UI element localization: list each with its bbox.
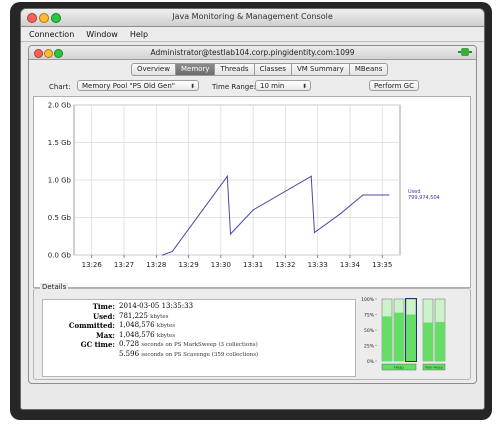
time-range-label: Time Range: [212, 83, 256, 91]
tab-threads[interactable]: Threads [214, 63, 254, 76]
x-tick-label: 13:33 [308, 261, 328, 269]
details-panel: Time: 2014-03-05 13:35:33 Used: 781,225 kb… [42, 299, 356, 377]
memory-chart-plot: 0.0 Gb 0.5 Gb 1.0 Gb 1.5 Gb 2.0 Gb 13:26 13:27… [48, 102, 440, 270]
detail-unit: kbytes [150, 313, 169, 320]
used-memory-point [229, 233, 232, 235]
y-tick-label: 0.0 Gb [48, 252, 72, 260]
details-group: Details Time: 2014-03-05 13:35:33 Used: 78… [33, 283, 471, 380]
bar-y-tick-label: 50% [364, 328, 375, 334]
detail-unit: seconds on PS Scavenge (359 collections) [141, 351, 259, 358]
window-title: Java Monitoring & Management Console [172, 12, 333, 21]
bar-y-tick-label: 100% [361, 297, 375, 303]
x-tick-label: 13:30 [211, 261, 231, 269]
detail-unit: seconds on PS MarkSweep (3 collections) [141, 342, 258, 348]
menu-help[interactable]: Help [130, 30, 148, 39]
menu-connection[interactable]: Connection [29, 30, 74, 39]
connection-frame: Administrator@testlab104.corp.pingidenti… [28, 45, 477, 384]
x-tick-label: 13:29 [178, 261, 198, 269]
tab-memory[interactable]: Memory [174, 63, 215, 76]
detail-label: Max: [95, 330, 115, 340]
memory-controls: Chart: Memory Pool "PS Old Gen" ⬍ Time R… [29, 80, 476, 94]
x-tick-label: 13:27 [114, 261, 134, 269]
x-tick-label: 13:32 [275, 261, 295, 269]
detail-unit: kbytes [156, 332, 176, 339]
bar-fill [394, 312, 404, 361]
chevron-updown-icon: ⬍ [189, 83, 195, 90]
menu-window[interactable]: Window [86, 30, 118, 39]
used-memory-point [362, 194, 364, 196]
chart-select-value: Memory Pool "PS Old Gen" [82, 82, 176, 90]
used-memory-point [313, 231, 316, 234]
detail-value: 0.728 seconds on PS MarkSweep (3 collect… [119, 340, 258, 348]
bar-group-label: Non-Heap [425, 366, 444, 370]
y-tick-label: 1.0 Gb [48, 177, 72, 185]
bar-y-tick-label: 75% [364, 313, 375, 319]
tab-overview[interactable]: Overview [131, 63, 175, 76]
detail-value: 1,048,576 kbytes [119, 321, 176, 329]
chart-label: Chart: [49, 83, 71, 91]
x-tick-label: 13:28 [146, 261, 166, 269]
chart-select[interactable]: Memory Pool "PS Old Gen" ⬍ [77, 80, 199, 91]
detail-unit: kbytes [156, 323, 176, 329]
time-range-value: 10 min [260, 82, 285, 90]
tab-classes[interactable]: Classes [253, 63, 291, 76]
bar-group-label: Heap [394, 366, 404, 370]
heap-usage-bars: 100% 75% 50% 25% 0% Heap Non-Heap [361, 297, 446, 371]
tab-bar: Overview Memory Threads Classes VM Summa… [131, 63, 389, 76]
tab-vm-summary[interactable]: VM Summary [290, 63, 349, 76]
perform-gc-button[interactable]: Perform GC [369, 80, 419, 91]
detail-label: GC time: [80, 340, 115, 349]
bar-y-tick-label: 25% [364, 344, 375, 350]
tab-mbeans[interactable]: MBeans [348, 63, 389, 76]
bar-fill [406, 314, 416, 361]
used-memory-point [339, 213, 341, 215]
detail-value: 5.596 seconds on PS Scavenge (359 collec… [119, 349, 259, 358]
detail-value: 2014-03-05 13:35:33 [119, 302, 194, 310]
details-title: Details [40, 283, 69, 291]
x-tick-label: 13:34 [340, 261, 361, 269]
detail-value: 781,225 kbytes [119, 311, 169, 320]
memory-chart: 0.0 Gb 0.5 Gb 1.0 Gb 1.5 Gb 2.0 Gb 13:26 13:27… [33, 96, 471, 288]
time-range-select[interactable]: 10 min ⬍ [255, 80, 311, 91]
detail-label: Committed: [68, 321, 115, 330]
used-memory-point [310, 175, 312, 177]
used-memory-point [226, 175, 228, 177]
x-tick-label: 13:31 [243, 261, 263, 269]
connection-title: Administrator@testlab104.corp.pingidenti… [150, 48, 355, 57]
y-tick-label: 0.5 Gb [48, 214, 72, 222]
used-memory-point [162, 254, 164, 256]
window-titlebar: Java Monitoring & Management Console [21, 9, 484, 27]
detail-label: Used: [93, 311, 115, 321]
bar-fill [435, 321, 445, 361]
menu-bar: Connection Window Help [21, 27, 484, 42]
used-memory-point [171, 250, 174, 252]
bar-fill [382, 316, 392, 361]
connected-plug-icon [458, 48, 472, 56]
detail-label: Time: [92, 302, 115, 311]
bar-y-tick-label: 0% [367, 359, 375, 365]
app-window: Java Monitoring & Management Console Con… [20, 8, 485, 410]
used-memory-point [381, 194, 383, 196]
chevron-updown-icon: ⬍ [301, 83, 307, 90]
legend-value: 799,974,504 [408, 195, 440, 201]
y-tick-label: 1.5 Gb [48, 139, 72, 147]
x-tick-label: 13:35 [372, 261, 392, 269]
used-memory-point [252, 209, 254, 211]
bar-fill [423, 322, 433, 361]
used-memory-point [388, 194, 390, 196]
x-tick-label: 13:26 [82, 261, 103, 269]
connection-titlebar: Administrator@testlab104.corp.pingidenti… [29, 46, 476, 60]
detail-value: 1,048,576 kbytes [119, 330, 176, 339]
y-tick-label: 2.0 Gb [48, 102, 72, 110]
